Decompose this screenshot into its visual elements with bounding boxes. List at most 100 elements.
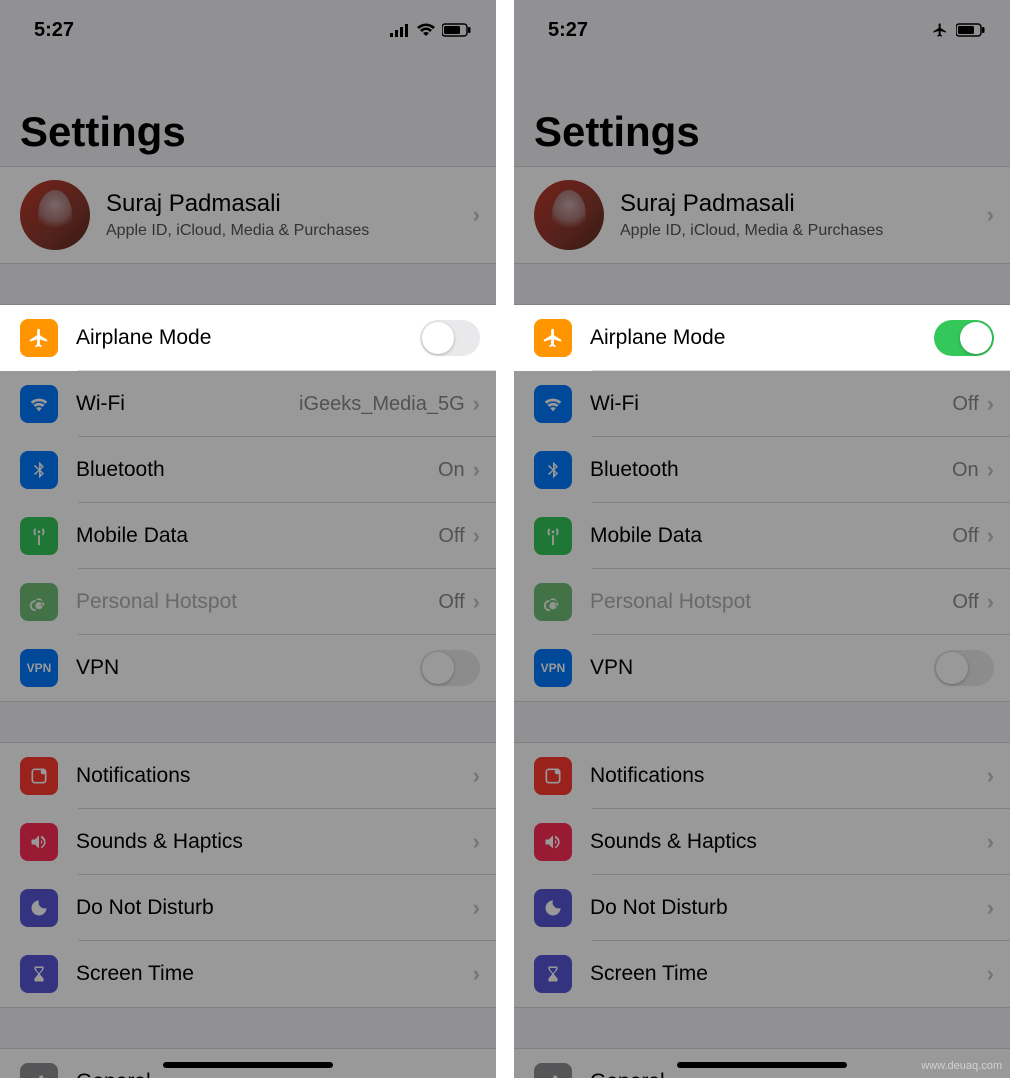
mobile-data-row[interactable]: Mobile Data Off ›: [0, 503, 496, 569]
wifi-row[interactable]: Wi-Fi Off ›: [514, 371, 1010, 437]
vpn-icon: VPN: [534, 649, 572, 687]
chevron-right-icon: ›: [473, 1069, 480, 1078]
hotspot-value: Off: [952, 591, 978, 614]
wifi-row[interactable]: Wi-Fi iGeeks_Media_5G ›: [0, 371, 496, 437]
airplane-label: Airplane Mode: [76, 326, 420, 350]
chevron-right-icon: ›: [473, 961, 480, 987]
alerts-section: Notifications › Sounds & Haptics › Do No…: [0, 742, 496, 1008]
profile-row[interactable]: Suraj Padmasali Apple ID, iCloud, Media …: [514, 167, 1010, 263]
chevron-right-icon: ›: [473, 391, 480, 417]
bluetooth-value: On: [438, 459, 465, 482]
dnd-label: Do Not Disturb: [590, 896, 987, 920]
alerts-section: Notifications › Sounds & Haptics › Do No…: [514, 742, 1010, 1008]
hotspot-label: Personal Hotspot: [76, 590, 438, 614]
wifi-icon: [416, 23, 436, 37]
vpn-row[interactable]: VPN VPN: [514, 635, 1010, 701]
sounds-label: Sounds & Haptics: [590, 830, 987, 854]
hotspot-value: Off: [438, 591, 464, 614]
dnd-row[interactable]: Do Not Disturb ›: [0, 875, 496, 941]
airplane-status-icon: [930, 22, 950, 38]
profile-row[interactable]: Suraj Padmasali Apple ID, iCloud, Media …: [0, 167, 496, 263]
avatar: [20, 180, 90, 250]
bluetooth-icon: [20, 451, 58, 489]
airplane-toggle[interactable]: [420, 320, 480, 356]
watermark: www.deuaq.com: [921, 1060, 1002, 1072]
chevron-right-icon: ›: [473, 457, 480, 483]
airplane-mode-row[interactable]: Airplane Mode: [514, 305, 1010, 371]
bluetooth-icon: [534, 451, 572, 489]
notifications-icon: [534, 757, 572, 795]
hotspot-icon: [534, 583, 572, 621]
moon-icon: [534, 889, 572, 927]
vpn-row[interactable]: VPN VPN: [0, 635, 496, 701]
home-indicator[interactable]: [677, 1062, 847, 1068]
airplane-icon: [20, 319, 58, 357]
chevron-right-icon: ›: [473, 523, 480, 549]
mobile-data-value: Off: [952, 525, 978, 548]
home-indicator[interactable]: [163, 1062, 333, 1068]
chevron-right-icon: ›: [987, 895, 994, 921]
chevron-right-icon: ›: [987, 523, 994, 549]
bluetooth-label: Bluetooth: [76, 458, 438, 482]
mobile-data-label: Mobile Data: [76, 524, 438, 548]
vpn-icon: VPN: [20, 649, 58, 687]
vpn-label: VPN: [590, 656, 934, 680]
airplane-mode-row[interactable]: Airplane Mode: [0, 305, 496, 371]
chevron-right-icon: ›: [473, 895, 480, 921]
chevron-right-icon: ›: [473, 589, 480, 615]
wifi-settings-icon: [534, 385, 572, 423]
airplane-toggle[interactable]: [934, 320, 994, 356]
bluetooth-label: Bluetooth: [590, 458, 952, 482]
mobile-data-label: Mobile Data: [590, 524, 952, 548]
cell-signal-icon: [390, 23, 410, 37]
gear-icon: [20, 1063, 58, 1078]
profile-name: Suraj Padmasali: [106, 190, 473, 218]
chevron-right-icon: ›: [987, 961, 994, 987]
notifications-label: Notifications: [76, 764, 473, 788]
bluetooth-row[interactable]: Bluetooth On ›: [0, 437, 496, 503]
bluetooth-value: On: [952, 459, 979, 482]
status-bar: 5:27: [514, 0, 1010, 54]
screentime-row[interactable]: Screen Time ›: [0, 941, 496, 1007]
sounds-icon: [20, 823, 58, 861]
status-time: 5:27: [548, 19, 588, 42]
avatar: [534, 180, 604, 250]
notifications-row[interactable]: Notifications ›: [514, 743, 1010, 809]
wifi-label: Wi-Fi: [590, 392, 952, 416]
sounds-label: Sounds & Haptics: [76, 830, 473, 854]
page-title: Settings: [514, 54, 1010, 166]
vpn-toggle[interactable]: [934, 650, 994, 686]
notifications-icon: [20, 757, 58, 795]
notifications-row[interactable]: Notifications ›: [0, 743, 496, 809]
sounds-icon: [534, 823, 572, 861]
chevron-right-icon: ›: [987, 202, 994, 228]
hotspot-row[interactable]: Personal Hotspot Off ›: [0, 569, 496, 635]
battery-icon: [442, 23, 472, 37]
profile-section: Suraj Padmasali Apple ID, iCloud, Media …: [0, 166, 496, 264]
connectivity-section: Airplane Mode Wi-Fi iGeeks_Media_5G › Bl…: [0, 304, 496, 702]
chevron-right-icon: ›: [987, 829, 994, 855]
hotspot-row[interactable]: Personal Hotspot Off ›: [514, 569, 1010, 635]
screentime-row[interactable]: Screen Time ›: [514, 941, 1010, 1007]
chevron-right-icon: ›: [987, 457, 994, 483]
screentime-label: Screen Time: [590, 962, 987, 986]
bluetooth-row[interactable]: Bluetooth On ›: [514, 437, 1010, 503]
chevron-right-icon: ›: [987, 763, 994, 789]
page-title: Settings: [0, 54, 496, 166]
connectivity-section: Airplane Mode Wi-Fi Off › Bluetooth On ›…: [514, 304, 1010, 702]
airplane-label: Airplane Mode: [590, 326, 934, 350]
vpn-label: VPN: [76, 656, 420, 680]
status-icons: [390, 23, 472, 37]
wifi-value: Off: [952, 393, 978, 416]
sounds-row[interactable]: Sounds & Haptics ›: [0, 809, 496, 875]
moon-icon: [20, 889, 58, 927]
mobile-data-row[interactable]: Mobile Data Off ›: [514, 503, 1010, 569]
screentime-label: Screen Time: [76, 962, 473, 986]
status-icons: [930, 22, 986, 38]
vpn-toggle[interactable]: [420, 650, 480, 686]
phone-right: 5:27 Settings Suraj Padmasali Apple ID, …: [514, 0, 1010, 1078]
general-label: General: [76, 1070, 473, 1078]
sounds-row[interactable]: Sounds & Haptics ›: [514, 809, 1010, 875]
dnd-row[interactable]: Do Not Disturb ›: [514, 875, 1010, 941]
chevron-right-icon: ›: [473, 829, 480, 855]
